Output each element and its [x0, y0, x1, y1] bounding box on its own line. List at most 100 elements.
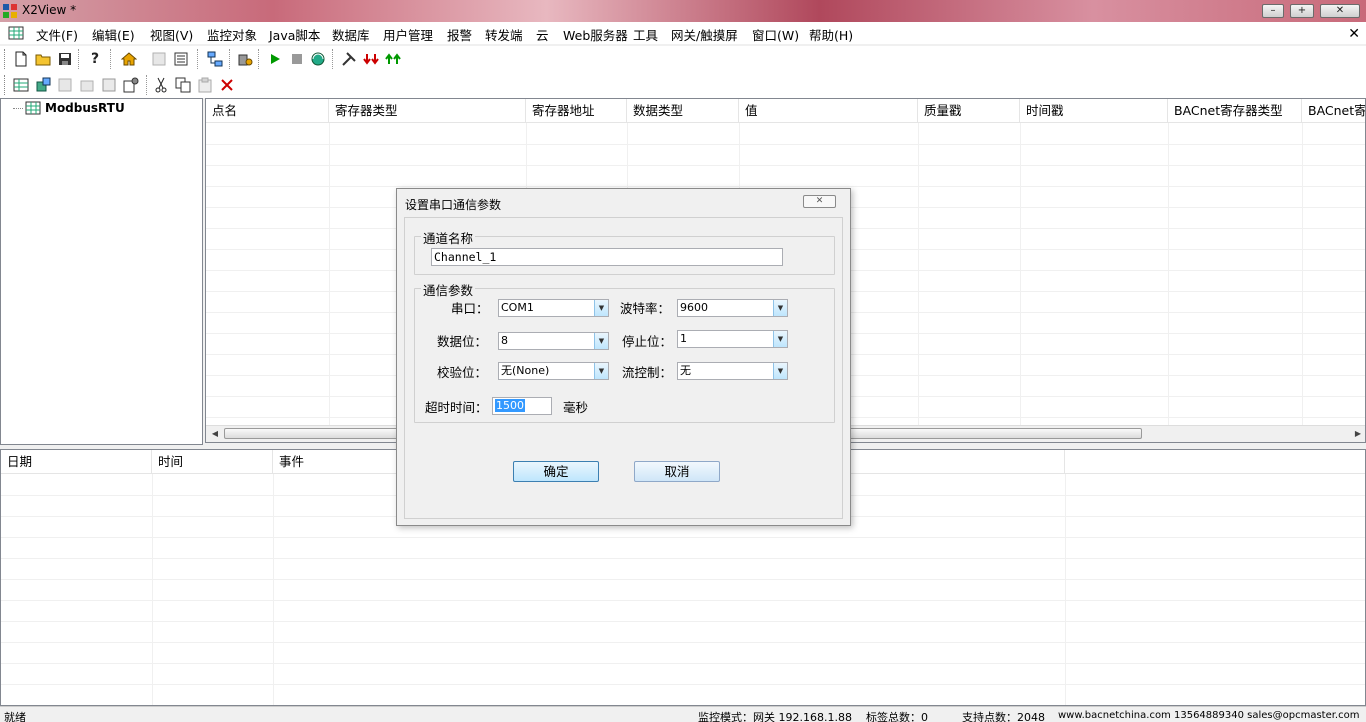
column-header-value[interactable]: 值	[739, 99, 918, 123]
databits-select[interactable]: 8 ▼	[498, 332, 609, 350]
load-icon[interactable]	[361, 49, 381, 69]
mdi-close-icon[interactable]: ✕	[1348, 26, 1360, 42]
grid-column-line	[918, 123, 919, 425]
menu-monitor-objects[interactable]: 监控对象	[207, 25, 257, 44]
column-header-register-address[interactable]: 寄存器地址	[526, 99, 627, 123]
properties-disabled-icon[interactable]	[99, 75, 119, 95]
column-header-register-type[interactable]: 寄存器类型	[329, 99, 526, 123]
column-header-time[interactable]: 时间	[152, 450, 273, 474]
tools-icon[interactable]	[339, 49, 359, 69]
column-header-quality[interactable]: 质量戳	[918, 99, 1020, 123]
column-header-date[interactable]: 日期	[1, 450, 152, 474]
run-icon[interactable]	[265, 49, 285, 69]
menu-java-script[interactable]: Java脚本	[269, 25, 320, 44]
cut-icon[interactable]	[151, 75, 171, 95]
baud-select-value: 9600	[680, 301, 708, 314]
upload-icon[interactable]	[383, 49, 403, 69]
stopbits-select-value: 1	[680, 332, 687, 345]
status-ready: 就绪	[4, 711, 26, 722]
grid-disabled-icon[interactable]	[149, 49, 169, 69]
menu-view[interactable]: 视图(V)	[150, 25, 193, 44]
device-config-icon[interactable]	[235, 49, 255, 69]
menu-edit[interactable]: 编辑(E)	[92, 25, 135, 44]
chevron-down-icon[interactable]: ▼	[773, 300, 787, 316]
timeout-input[interactable]: 1500	[492, 397, 552, 415]
menu-alarm[interactable]: 报警	[447, 25, 472, 44]
save-icon[interactable]	[55, 49, 75, 69]
document-icon[interactable]	[8, 25, 24, 41]
timeout-unit: 毫秒	[563, 400, 589, 415]
menu-web-server[interactable]: Web服务器	[563, 25, 628, 44]
help-icon[interactable]: ?	[85, 49, 105, 69]
column-header-bacnet-register[interactable]: BACnet寄存	[1302, 99, 1365, 123]
new-file-icon[interactable]	[11, 49, 31, 69]
channel-name-group-title: 通道名称	[421, 228, 476, 247]
chevron-down-icon[interactable]: ▼	[594, 333, 608, 349]
tree-connector	[13, 107, 23, 109]
cancel-button[interactable]: 取消	[634, 461, 720, 482]
toolbar-grip[interactable]	[4, 49, 7, 69]
dialog-body: 通道名称 Channel_1 通信参数 串口： COM1 ▼ 波特率： 9600…	[404, 217, 843, 519]
menu-gateway-touchscreen[interactable]: 网关/触摸屏	[671, 25, 738, 44]
log-row-line	[1, 663, 1365, 664]
chevron-down-icon[interactable]: ▼	[594, 363, 608, 379]
column-header-timestamp[interactable]: 时间戳	[1020, 99, 1168, 123]
close-button[interactable]: ✕	[1320, 4, 1360, 18]
minimize-button[interactable]: –	[1262, 4, 1284, 18]
menu-user-management[interactable]: 用户管理	[383, 25, 433, 44]
home-icon[interactable]	[119, 49, 139, 69]
status-bar: 就绪 监控模式：网关 192.168.1.88 标签总数：0 支持点数：2048…	[0, 706, 1366, 722]
maximize-button[interactable]: +	[1290, 4, 1314, 18]
scroll-left-arrow-icon[interactable]: ◀	[208, 428, 222, 440]
status-tag-total: 标签总数：0	[866, 711, 928, 722]
delete-icon[interactable]	[217, 75, 237, 95]
scroll-right-arrow-icon[interactable]: ▶	[1351, 428, 1365, 440]
stopbits-label: 停止位：	[622, 334, 673, 349]
column-header-tag-name[interactable]: 点名	[206, 99, 329, 123]
menu-window[interactable]: 窗口(W)	[752, 25, 799, 44]
timeout-input-value: 1500	[495, 399, 525, 412]
ok-button[interactable]: 确定	[513, 461, 599, 482]
port-label: 串口：	[451, 301, 489, 316]
refresh-globe-icon[interactable]	[308, 49, 328, 69]
status-support-points: 支持点数：2048	[962, 711, 1045, 722]
menu-cloud[interactable]: 云	[536, 25, 549, 44]
column-header-bacnet-register-type[interactable]: BACnet寄存器类型	[1168, 99, 1302, 123]
menu-tools[interactable]: 工具	[633, 25, 658, 44]
paste-disabled-icon[interactable]	[195, 75, 215, 95]
add-group-disabled-icon[interactable]	[55, 75, 75, 95]
print-preview-icon[interactable]	[171, 49, 191, 69]
port-select[interactable]: COM1 ▼	[498, 299, 609, 317]
window-title: X2View *	[22, 3, 77, 17]
open-folder-icon[interactable]	[33, 49, 53, 69]
comm-params-group: 通信参数 串口： COM1 ▼ 波特率： 9600 ▼ 数据位： 8 ▼ 停止位…	[414, 280, 835, 423]
serial-settings-dialog: 设置串口通信参数 ✕ 通道名称 Channel_1 通信参数 串口： COM1 …	[396, 188, 851, 526]
column-header-data-type[interactable]: 数据类型	[627, 99, 739, 123]
menu-file[interactable]: 文件(F)	[36, 25, 78, 44]
menu-database[interactable]: 数据库	[332, 25, 370, 44]
menu-forwarding[interactable]: 转发端	[485, 25, 523, 44]
channel-name-input[interactable]: Channel_1	[431, 248, 783, 266]
chevron-down-icon[interactable]: ▼	[594, 300, 608, 316]
parity-select[interactable]: 无(None) ▼	[498, 362, 609, 380]
stopbits-select[interactable]: 1 ▼	[677, 330, 788, 348]
toolbar-grip[interactable]	[4, 75, 7, 95]
add-device-icon[interactable]	[33, 75, 53, 95]
databits-label: 数据位：	[437, 334, 488, 349]
flow-select[interactable]: 无 ▼	[677, 362, 788, 380]
channel-tree[interactable]: ModbusRTU	[0, 98, 203, 445]
chevron-down-icon[interactable]: ▼	[773, 331, 787, 347]
tree-item-modbusrtu[interactable]: ModbusRTU	[13, 101, 125, 115]
copy-icon[interactable]	[173, 75, 193, 95]
status-contact: www.bacnetchina.com 13564889340 sales@op…	[1058, 710, 1360, 721]
stop-icon[interactable]	[287, 49, 307, 69]
add-tag-disabled-icon[interactable]	[77, 75, 97, 95]
baud-select[interactable]: 9600 ▼	[677, 299, 788, 317]
menu-help[interactable]: 帮助(H)	[809, 25, 853, 44]
dialog-close-button[interactable]: ✕	[803, 195, 836, 208]
chevron-down-icon[interactable]: ▼	[773, 363, 787, 379]
network-icon[interactable]	[205, 49, 225, 69]
settings-icon[interactable]	[121, 75, 141, 95]
parity-select-value: 无(None)	[501, 364, 550, 377]
add-channel-icon[interactable]	[11, 75, 31, 95]
